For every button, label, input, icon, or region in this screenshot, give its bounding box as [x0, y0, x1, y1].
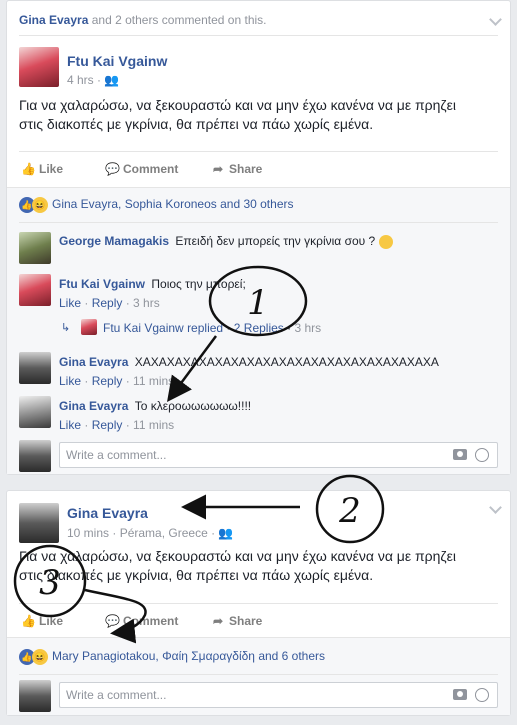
reply-time: 3 hrs	[294, 321, 322, 335]
my-avatar	[19, 440, 51, 472]
comment-like-link[interactable]: Like	[59, 296, 81, 310]
comment-text: Το κλεροωωωωωω!!!!	[134, 399, 252, 413]
comments-section: 👍 😆 Gina Evayra, Sophia Koroneos and 30 ot…	[7, 187, 510, 474]
author-avatar[interactable]	[19, 503, 59, 543]
camera-icon[interactable]	[453, 449, 467, 460]
reactions-summary[interactable]: 👍 😆 Mary Panagiotakou, Φαίη Σμαραγδίδη and…	[19, 649, 325, 665]
audience-friends-icon: 👥	[218, 526, 234, 540]
post-text-line: Για να χαλαρώσω, να ξεκουραστώ και να μη…	[19, 97, 456, 113]
comment-reply-link[interactable]: Reply	[92, 374, 123, 388]
post-text-line: στις διακοπές με γκρίνια, θα πρέπει να π…	[19, 116, 374, 132]
commenter-name[interactable]: Gina Evayra	[59, 399, 128, 413]
comment-item: Gina Evayra Το κλεροωωωωωω!!!! Like · Re…	[19, 396, 498, 432]
reply-summary[interactable]: ↳ Ftu Kai Vgainw replied · 2 Replies · 3…	[19, 319, 498, 339]
share-button[interactable]: ➦ Share	[211, 614, 262, 628]
comment-box[interactable]	[59, 442, 498, 468]
comment-time[interactable]: 11 mins	[133, 418, 174, 432]
comment-like-link[interactable]: Like	[59, 418, 81, 432]
my-avatar	[19, 680, 51, 712]
comment-time[interactable]: 3 hrs	[133, 296, 160, 310]
reply-author[interactable]: Ftu Kai Vgainw	[103, 321, 184, 335]
post-activity-header: Gina Evayra and 2 others commented on th…	[19, 13, 267, 27]
comment-button[interactable]: 💬 Comment	[105, 614, 178, 628]
post-author-name[interactable]: Gina Evayra	[67, 505, 148, 521]
thumbs-up-icon: 👍	[21, 614, 36, 628]
emoji-icon[interactable]	[475, 448, 489, 462]
commenter-name[interactable]: Gina Evayra	[59, 355, 128, 369]
comment-like-link[interactable]: Like	[59, 374, 81, 388]
post-meta: 4 hrs · 👥	[67, 73, 120, 87]
grimace-emoji-icon	[378, 234, 393, 249]
audience-friends-icon: 👥	[104, 73, 120, 87]
comment-time[interactable]: 11 mins	[133, 374, 174, 388]
reactions-text[interactable]: Gina Evayra, Sophia Koroneos and 30 othe…	[52, 197, 294, 211]
post-time[interactable]: 10 mins	[67, 526, 109, 540]
thumbs-up-icon: 👍	[21, 162, 36, 176]
comment-bubble-icon: 💬	[105, 614, 120, 628]
commenter-avatar[interactable]	[19, 396, 51, 428]
share-arrow-icon: ➦	[212, 162, 224, 176]
post-actions-bar: 👍 Like 💬 Comment ➦ Share	[19, 608, 498, 638]
comment-button[interactable]: 💬 Comment	[105, 162, 178, 176]
comment-input[interactable]	[60, 443, 420, 467]
comment-text: Ποιος την μπορεί;	[151, 277, 246, 291]
share-button[interactable]: ➦ Share	[211, 162, 262, 176]
comment-box[interactable]	[59, 682, 498, 708]
haha-reaction-icon: 😆	[32, 649, 48, 665]
commenter-avatar[interactable]	[19, 274, 51, 306]
like-button[interactable]: 👍 Like	[21, 162, 63, 176]
comment-text: ΧΑΧΑΧΑΧΑΧΑΧΑΧΑΧΑΧΑΧΑΧΑΧΑΧΑΧΑΧΑΧΑΧΑΧΑΧΑ	[134, 355, 439, 369]
post-text-line: στις διακοπές με γκρίνια, θα πρέπει να π…	[19, 567, 374, 583]
header-divider	[19, 35, 498, 36]
actions-divider	[19, 151, 498, 152]
comment-text: Επειδή δεν μπορείς την γκρίνια σου ?	[175, 234, 376, 248]
post-actions-bar: 👍 Like 💬 Comment ➦ Share	[19, 156, 498, 186]
post-location[interactable]: Pérama, Greece	[120, 526, 208, 540]
actions-divider	[19, 603, 498, 604]
haha-reaction-icon: 😆	[32, 197, 48, 213]
reactions-text[interactable]: Mary Panagiotakou, Φαίη Σμαραγδίδη and 6…	[52, 649, 325, 663]
author-avatar[interactable]	[19, 47, 59, 87]
comments-section: 👍 😆 Mary Panagiotakou, Φαίη Σμαραγδίδη and…	[7, 637, 510, 715]
comment-item: Ftu Kai Vgainw Ποιος την μπορεί; Like · …	[19, 274, 498, 310]
post-card-2: Gina Evayra 10 mins · Pérama, Greece · 👥…	[6, 490, 511, 716]
comment-reply-link[interactable]: Reply	[92, 418, 123, 432]
post-body: Για να χαλαρώσω, να ξεκουραστώ και να μη…	[19, 547, 456, 585]
camera-icon[interactable]	[453, 689, 467, 700]
comment-item: Gina Evayra ΧΑΧΑΧΑΧΑΧΑΧΑΧΑΧΑΧΑΧΑΧΑΧΑΧΑΧΑ…	[19, 352, 498, 388]
comment-input[interactable]	[60, 683, 420, 707]
comment-bubble-icon: 💬	[105, 162, 120, 176]
post-time[interactable]: 4 hrs	[67, 73, 94, 87]
comment-item: George Mamagakis Επειδή δεν μπορείς την …	[19, 232, 498, 268]
post-options-chevron-icon[interactable]	[489, 13, 502, 26]
reactions-summary[interactable]: 👍 😆 Gina Evayra, Sophia Koroneos and 30 ot…	[19, 197, 294, 213]
post-text-line: Για να χαλαρώσω, να ξεκουραστώ και να μη…	[19, 548, 456, 564]
post-author-name[interactable]: Ftu Kai Vgainw	[67, 53, 167, 69]
reactions-divider	[19, 222, 498, 223]
post-options-chevron-icon[interactable]	[489, 501, 502, 514]
reply-avatar	[81, 319, 97, 335]
reply-text: replied	[187, 321, 224, 335]
post-meta: 10 mins · Pérama, Greece · 👥	[67, 526, 234, 540]
commenter-avatar[interactable]	[19, 352, 51, 384]
comment-reply-link[interactable]: Reply	[92, 296, 123, 310]
commenter-name[interactable]: George Mamagakis	[59, 234, 169, 248]
post-body: Για να χαλαρώσω, να ξεκουραστώ και να μη…	[19, 96, 456, 134]
reply-arrow-icon: ↳	[61, 322, 71, 334]
commenter-avatar[interactable]	[19, 232, 51, 264]
like-button[interactable]: 👍 Like	[21, 614, 63, 628]
activity-text: and 2 others commented on this.	[91, 13, 267, 27]
activity-actor-link[interactable]: Gina Evayra	[19, 13, 88, 27]
share-arrow-icon: ➦	[212, 614, 224, 628]
post-card-1: Gina Evayra and 2 others commented on th…	[6, 0, 511, 475]
emoji-icon[interactable]	[475, 688, 489, 702]
replies-count[interactable]: 2 Replies	[234, 321, 284, 335]
commenter-name[interactable]: Ftu Kai Vgainw	[59, 277, 145, 291]
reactions-divider	[19, 674, 498, 675]
